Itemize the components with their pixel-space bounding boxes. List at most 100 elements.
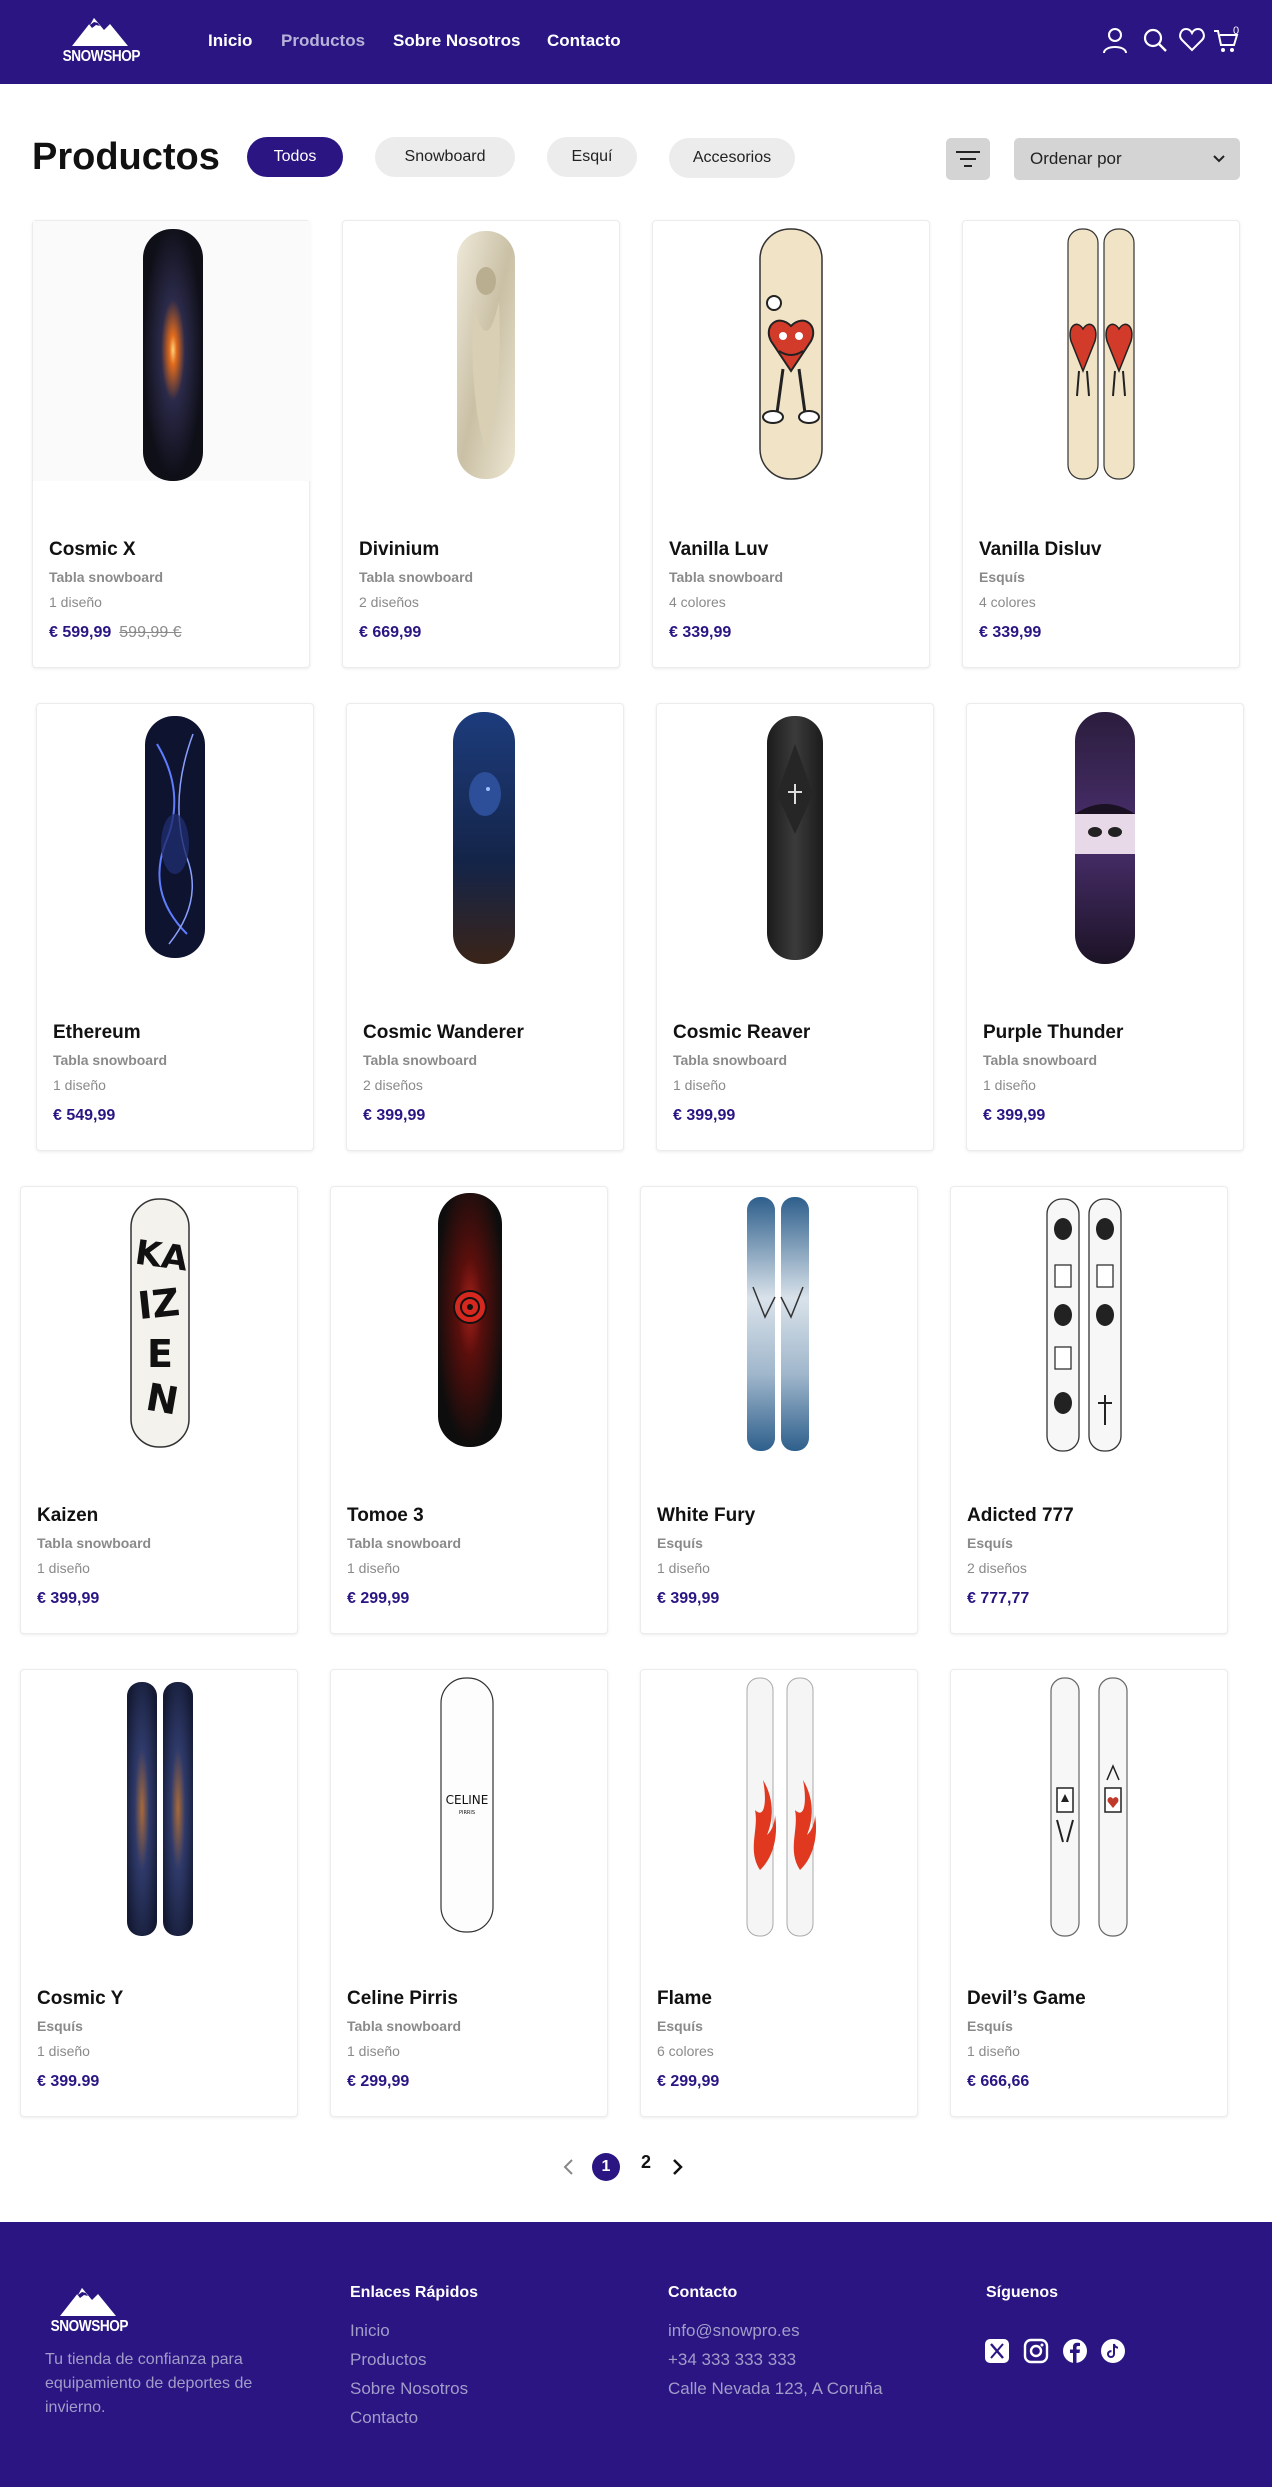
product-name[interactable]: Cosmic Y	[37, 1988, 123, 2010]
product-name[interactable]: Kaizen	[37, 1505, 98, 1527]
top-navigation-bar: SNOWSHOP Inicio Productos Sobre Nosotros…	[0, 0, 1272, 84]
product-card[interactable]: Vanilla Disluv Esquís 4 colores € 339,99	[962, 220, 1240, 668]
current-price: € 599,99	[49, 624, 112, 641]
product-card[interactable]: Cosmic Reaver Tabla snowboard 1 diseño €…	[656, 703, 934, 1151]
product-name[interactable]: Vanilla Disluv	[979, 539, 1102, 561]
product-name[interactable]: Purple Thunder	[983, 1022, 1123, 1044]
product-image-cosmic-reaver[interactable]	[657, 704, 935, 1004]
footer-brand-logo[interactable]: SNOWSHOP	[44, 2284, 132, 2340]
product-name[interactable]: Ethereum	[53, 1022, 141, 1044]
nav-item-inicio[interactable]: Inicio	[208, 31, 252, 51]
product-card[interactable]: White Fury Esquís 1 diseño € 399,99	[640, 1186, 918, 1634]
instagram-icon[interactable]	[1023, 2338, 1049, 2364]
heart-icon[interactable]	[1178, 26, 1206, 54]
sort-dropdown-label: Ordenar por	[1030, 149, 1122, 168]
search-icon[interactable]	[1141, 26, 1169, 54]
product-category: Tabla snowboard	[347, 1535, 462, 1551]
nav-item-productos[interactable]: Productos	[281, 31, 365, 51]
social-heading: Síguenos	[986, 2284, 1059, 2301]
product-name[interactable]: Flame	[657, 1988, 712, 2010]
svg-text:IZ: IZ	[136, 1280, 182, 1328]
product-card[interactable]: Cosmic Wanderer Tabla snowboard 2 diseño…	[346, 703, 624, 1151]
product-image-devils-game[interactable]	[951, 1670, 1229, 1970]
filter-tab-todos[interactable]: Todos	[247, 137, 343, 177]
product-price: € 339,99	[979, 624, 1042, 641]
product-name[interactable]: Vanilla Luv	[669, 539, 768, 561]
product-name[interactable]: Cosmic X	[49, 539, 136, 561]
brand-logo[interactable]: SNOWSHOP	[56, 14, 144, 70]
product-name[interactable]: Cosmic Wanderer	[363, 1022, 524, 1044]
product-image-divinium[interactable]	[343, 221, 621, 521]
product-name[interactable]: Tomoe 3	[347, 1505, 424, 1527]
product-variants: 1 diseño	[983, 1077, 1036, 1093]
product-name[interactable]: White Fury	[657, 1505, 755, 1527]
product-image-adicted-777[interactable]	[951, 1187, 1229, 1487]
product-image-vanilla-luv[interactable]	[653, 221, 931, 521]
product-card[interactable]: Cosmic Y Esquís 1 diseño € 399.99	[20, 1669, 298, 2117]
product-card[interactable]: Purple Thunder Tabla snowboard 1 diseño …	[966, 703, 1244, 1151]
filter-tab-snowboard[interactable]: Snowboard	[375, 137, 515, 177]
product-name[interactable]: Adicted 777	[967, 1505, 1074, 1527]
product-category: Tabla snowboard	[49, 569, 164, 585]
footer-link-productos[interactable]: Productos	[350, 2350, 427, 2370]
product-image-ethereum[interactable]	[37, 704, 315, 1004]
contact-phone[interactable]: +34 333 333 333	[668, 2350, 796, 2370]
product-image-flame[interactable]	[641, 1670, 919, 1970]
product-image-cosmic-x[interactable]	[33, 221, 311, 521]
product-price: € 399,99	[363, 1107, 426, 1124]
page-2-button[interactable]: 2	[641, 2152, 651, 2173]
product-card[interactable]: Divinium Tabla snowboard 2 diseños € 669…	[342, 220, 620, 668]
contact-email[interactable]: info@snowpro.es	[668, 2321, 800, 2341]
sort-dropdown[interactable]: Ordenar por	[1014, 138, 1240, 180]
product-image-vanilla-disluv[interactable]	[963, 221, 1241, 521]
product-card[interactable]: Tomoe 3 Tabla snowboard 1 diseño € 299,9…	[330, 1186, 608, 1634]
product-image-cosmic-y[interactable]	[21, 1670, 299, 1970]
footer-link-sobre-nosotros[interactable]: Sobre Nosotros	[350, 2379, 468, 2399]
old-price: 599,99 €	[119, 624, 182, 641]
product-category: Tabla snowboard	[359, 569, 474, 585]
product-card[interactable]: KA IZ E N Kaizen Tabla snowboard 1 diseñ…	[20, 1186, 298, 1634]
product-name[interactable]: Devil’s Game	[967, 1988, 1086, 2010]
product-card[interactable]: Vanilla Luv Tabla snowboard 4 colores € …	[652, 220, 930, 668]
x-icon[interactable]	[984, 2338, 1010, 2364]
product-card[interactable]: Ethereum Tabla snowboard 1 diseño € 549,…	[36, 703, 314, 1151]
product-card[interactable]: Flame Esquís 6 colores € 299,99	[640, 1669, 918, 2117]
product-variants: 1 diseño	[37, 2043, 90, 2059]
product-name[interactable]: Celine Pirris	[347, 1988, 458, 2010]
product-price: € 777,77	[967, 1590, 1030, 1607]
product-category: Tabla snowboard	[673, 1052, 788, 1068]
product-image-purple-thunder[interactable]	[967, 704, 1245, 1004]
product-card[interactable]: Devil’s Game Esquís 1 diseño € 666,66	[950, 1669, 1228, 2117]
product-variants: 1 diseño	[967, 2043, 1020, 2059]
nav-item-contacto[interactable]: Contacto	[547, 31, 621, 51]
footer-link-contacto[interactable]: Contacto	[350, 2408, 418, 2428]
product-card[interactable]: CELINE PIRRIS Celine Pirris Tabla snowbo…	[330, 1669, 608, 2117]
filter-tab-esqui[interactable]: Esquí	[547, 137, 637, 177]
product-variants: 2 diseños	[967, 1560, 1027, 1576]
tiktok-icon[interactable]	[1100, 2338, 1126, 2364]
filter-lines-icon	[956, 151, 980, 167]
product-name[interactable]: Divinium	[359, 539, 439, 561]
page-title: Productos	[32, 136, 220, 178]
product-image-celine-pirris[interactable]: CELINE PIRRIS	[331, 1670, 609, 1970]
nav-item-sobre-nosotros[interactable]: Sobre Nosotros	[393, 31, 521, 51]
product-image-white-fury[interactable]	[641, 1187, 919, 1487]
product-category: Tabla snowboard	[53, 1052, 168, 1068]
product-image-tomoe-3[interactable]	[331, 1187, 609, 1487]
facebook-icon[interactable]	[1062, 2338, 1088, 2364]
product-name[interactable]: Cosmic Reaver	[673, 1022, 810, 1044]
product-variants: 6 colores	[657, 2043, 714, 2059]
product-image-cosmic-wanderer[interactable]	[347, 704, 625, 1004]
filter-button[interactable]	[946, 138, 990, 180]
product-image-kaizen[interactable]: KA IZ E N	[21, 1187, 299, 1487]
cart-count-badge: 0	[1233, 25, 1240, 37]
product-card[interactable]: Adicted 777 Esquís 2 diseños € 777,77	[950, 1186, 1228, 1634]
product-price: € 399.99	[37, 2073, 100, 2090]
page-1-button[interactable]: 1	[592, 2153, 620, 2181]
user-icon[interactable]	[1101, 26, 1129, 54]
previous-page-icon[interactable]	[562, 2158, 576, 2176]
product-card[interactable]: Cosmic X Tabla snowboard 1 diseño € 599,…	[32, 220, 311, 668]
next-page-icon[interactable]	[670, 2158, 684, 2176]
footer-link-inicio[interactable]: Inicio	[350, 2321, 390, 2341]
filter-tab-accesorios[interactable]: Accesorios	[669, 138, 795, 178]
